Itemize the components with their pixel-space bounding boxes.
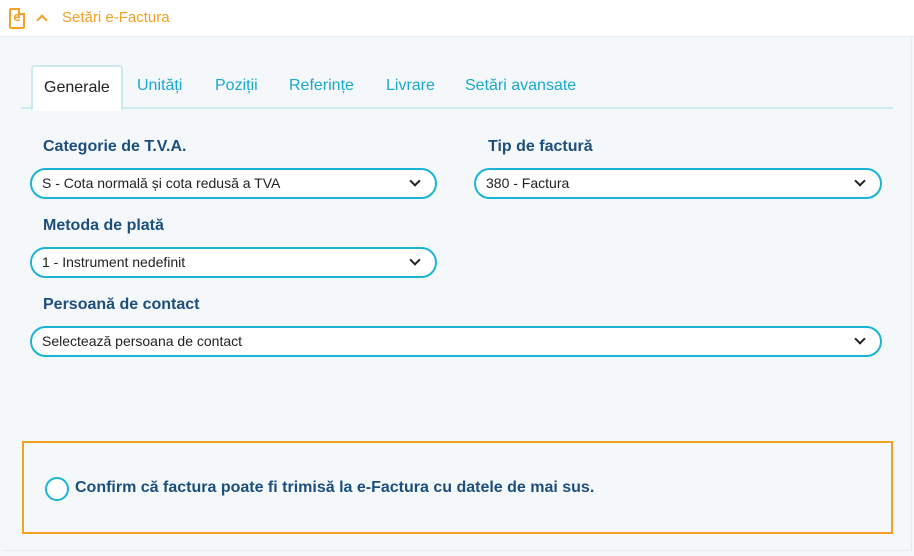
tab-referinte[interactable]: Referințe bbox=[289, 65, 354, 109]
tab-livrare[interactable]: Livrare bbox=[386, 65, 435, 109]
invoice-type-value: 380 - Factura bbox=[486, 175, 570, 191]
contact-person-value: Selectează persoana de contact bbox=[42, 333, 243, 349]
payment-method-value: 1 - Instrument nedefinit bbox=[42, 254, 186, 270]
vat-category-label: Categorie de T.V.A. bbox=[43, 138, 187, 155]
vat-category-select[interactable]: S - Cota normală și cota redusă a TVA bbox=[30, 168, 437, 199]
tab-pozitii[interactable]: Poziții bbox=[215, 65, 258, 109]
confirm-text[interactable]: Confirm că factura poate fi trimisă la e… bbox=[75, 479, 594, 497]
chevron-up-icon[interactable] bbox=[36, 14, 48, 26]
payment-method-select[interactable]: 1 - Instrument nedefinit bbox=[30, 247, 437, 278]
confirm-radio[interactable] bbox=[45, 477, 69, 501]
confirm-box: Confirm că factura poate fi trimisă la e… bbox=[22, 441, 893, 534]
payment-method-label: Metoda de plată bbox=[43, 217, 164, 234]
invoice-type-select[interactable]: 380 - Factura bbox=[474, 168, 882, 199]
tab-generale[interactable]: Generale bbox=[31, 65, 123, 111]
panel-title[interactable]: Setări e-Factura bbox=[62, 9, 170, 26]
tab-bar: Generale Unități Poziții Referințe Livra… bbox=[22, 65, 893, 111]
contact-person-label: Persoană de contact bbox=[43, 296, 200, 313]
settings-card: Generale Unități Poziții Referințe Livra… bbox=[2, 37, 912, 551]
tab-unitati[interactable]: Unități bbox=[137, 65, 182, 109]
invoice-type-label: Tip de factură bbox=[488, 138, 593, 155]
chevron-down-icon bbox=[409, 175, 421, 187]
panel-body: Generale Unități Poziții Referințe Livra… bbox=[0, 37, 914, 556]
chevron-down-icon bbox=[854, 333, 866, 345]
chevron-down-icon bbox=[409, 254, 421, 266]
tab-setari-avansate[interactable]: Setări avansate bbox=[465, 65, 576, 109]
vat-category-value: S - Cota normală și cota redusă a TVA bbox=[42, 175, 281, 191]
panel-header[interactable]: e Setări e-Factura bbox=[0, 0, 914, 37]
contact-person-select[interactable]: Selectează persoana de contact bbox=[30, 326, 882, 357]
e-factura-icon: e bbox=[9, 8, 25, 29]
chevron-down-icon bbox=[854, 175, 866, 187]
